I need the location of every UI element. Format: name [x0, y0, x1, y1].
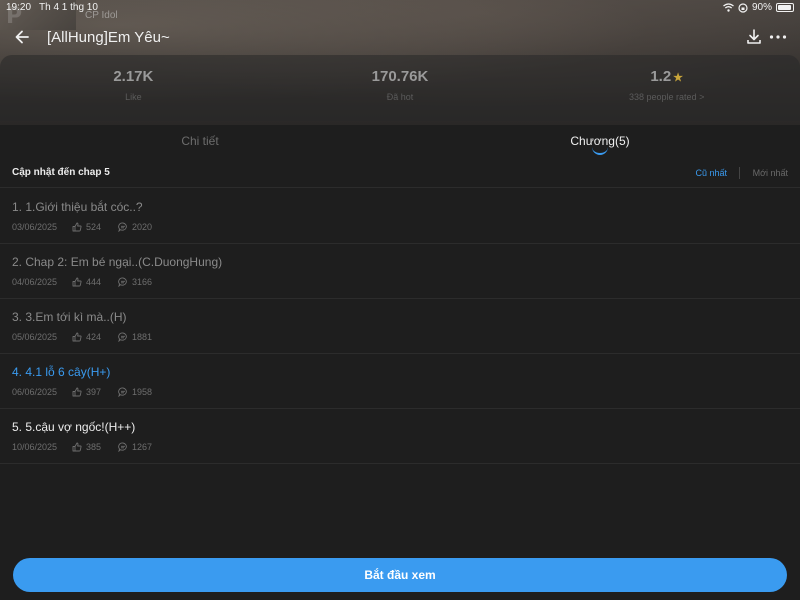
chapter-likes: 385: [86, 442, 102, 452]
stat-likes: 2.17K Like: [0, 55, 267, 121]
chapter-date: 10/06/2025: [12, 442, 58, 452]
chapter-meta: 10/06/2025 385 1267: [12, 442, 788, 452]
chapter-item[interactable]: 4. 4.1 lỗ 6 cây(H+) 06/06/2025 397 1958: [0, 354, 800, 409]
chapter-date: 05/06/2025: [12, 332, 58, 342]
thumbs-up-icon: [72, 222, 82, 232]
chapter-title: 1. 1.Giới thiệu bắt cóc..?: [12, 200, 143, 214]
tab-chapters-label: Chương(5): [570, 134, 630, 148]
sort-oldest-button[interactable]: Cũ nhất: [695, 168, 727, 178]
page-title: [AllHung]Em Yêu~: [47, 29, 170, 46]
cover-header: P CP Idol 19:20 Th 4 1 thg 10 90% [AllHu…: [0, 0, 800, 125]
chapter-meta: 06/06/2025 397 1958: [12, 387, 788, 397]
chapter-date: 04/06/2025: [12, 277, 58, 287]
thumbs-up-icon: [72, 387, 82, 397]
chapter-meta: 05/06/2025 424 1881: [12, 332, 788, 342]
chapter-comments: 1958: [132, 387, 153, 397]
chapter-likes: 444: [86, 277, 102, 287]
more-options-icon[interactable]: [768, 28, 788, 46]
chapter-item[interactable]: 5. 5.cậu vợ ngốc!(H++) 10/06/2025 385 12…: [0, 409, 800, 464]
thumbs-up-icon: [72, 277, 82, 287]
comment-icon: [118, 442, 127, 452]
chapter-item[interactable]: 3. 3.Em tới kì mà..(H) 05/06/2025 424 18…: [0, 299, 800, 354]
thumbs-up-icon: [72, 442, 82, 452]
status-date: Th 4 1 thg 10: [39, 2, 98, 13]
chapter-comments: 1267: [132, 442, 153, 452]
rating-value: 1.2: [650, 68, 672, 85]
stat-rating[interactable]: 1.2 ★ 338 people rated >: [533, 55, 800, 121]
stat-label: Đã hot: [386, 92, 414, 102]
sort-divider: [739, 167, 740, 179]
tab-chapters[interactable]: Chương(5): [400, 125, 800, 159]
chapter-list: 1. 1.Giới thiệu bắt cóc..? 03/06/2025 52…: [0, 189, 800, 464]
comment-icon: [118, 277, 127, 287]
chapter-date: 03/06/2025: [12, 222, 58, 232]
chapter-date: 06/06/2025: [12, 387, 58, 397]
top-nav: [AllHung]Em Yêu~: [0, 24, 800, 52]
star-icon: ★: [673, 72, 684, 84]
stat-value: 2.17K: [113, 68, 154, 85]
chapter-item[interactable]: 1. 1.Giới thiệu bắt cóc..? 03/06/2025 52…: [0, 189, 800, 244]
stat-value: 1.2 ★: [533, 68, 800, 85]
stat-label: Like: [125, 92, 142, 102]
thumbs-up-icon: [72, 332, 82, 342]
comment-icon: [118, 332, 127, 342]
chapter-title: 3. 3.Em tới kì mà..(H): [12, 310, 127, 324]
lock-rotation-icon: [738, 2, 748, 13]
status-bar: 19:20 Th 4 1 thg 10 90%: [0, 0, 800, 16]
stats-panel: 2.17K Like 170.76K Đã hot 1.2 ★ 338 peopl…: [0, 55, 800, 121]
chapter-likes: 524: [86, 222, 102, 232]
tab-active-indicator: [592, 147, 608, 155]
rating-count-link[interactable]: 338 people rated >: [533, 92, 800, 102]
chapter-title: 4. 4.1 lỗ 6 cây(H+): [12, 365, 111, 379]
chapter-likes: 397: [86, 387, 102, 397]
status-indicators: 90%: [723, 2, 794, 13]
wifi-icon: [723, 3, 734, 12]
chapter-meta: 04/06/2025 444 3166: [12, 277, 788, 287]
update-status: Cập nhật đến chap 5: [12, 167, 110, 178]
comment-icon: [118, 222, 127, 232]
update-header: Cập nhật đến chap 5 Cũ nhất Mới nhất: [0, 160, 800, 188]
chapter-meta: 03/06/2025 524 2020: [12, 222, 788, 232]
chapter-comments: 2020: [132, 222, 153, 232]
download-icon[interactable]: [745, 28, 763, 46]
battery-percent: 90%: [751, 2, 772, 13]
stat-value: 170.76K: [371, 68, 429, 85]
status-time: 19:20: [6, 2, 32, 13]
chapter-title: 5. 5.cậu vợ ngốc!(H++): [12, 420, 136, 434]
chapter-title: 2. Chap 2: Em bé ngại..(C.DuongHung): [12, 255, 223, 269]
stat-views: 170.76K Đã hot: [267, 55, 534, 121]
chapter-likes: 424: [86, 332, 102, 342]
chapter-comments: 3166: [132, 277, 153, 287]
chapter-comments: 1881: [132, 332, 153, 342]
tab-details[interactable]: Chi tiết: [0, 125, 400, 159]
chapter-item[interactable]: 2. Chap 2: Em bé ngại..(C.DuongHung) 04/…: [0, 244, 800, 299]
start-reading-button[interactable]: Bắt đầu xem: [13, 558, 787, 592]
tab-bar: Chi tiết Chương(5): [0, 125, 800, 159]
battery-icon: [776, 3, 794, 12]
comment-icon: [118, 387, 127, 397]
back-arrow-icon[interactable]: [12, 26, 34, 48]
sort-newest-button[interactable]: Mới nhất: [753, 168, 788, 178]
